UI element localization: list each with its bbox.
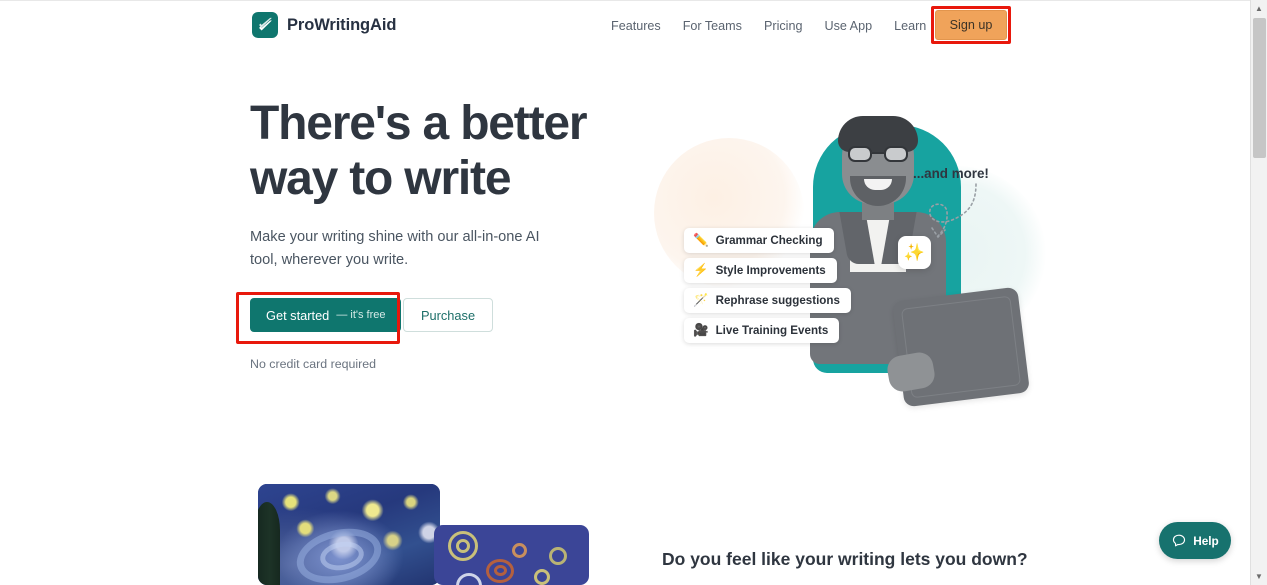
feature-pill-label: Grammar Checking	[715, 234, 823, 247]
feature-pill-live-training-events: 🎥 Live Training Events	[684, 318, 840, 343]
page-root: ProWritingAid Features For Teams Pricing…	[0, 0, 1267, 585]
nav-link-learn[interactable]: Learn	[883, 16, 937, 36]
get-started-free-note: — it's free	[336, 309, 386, 321]
feature-pill-grammar-checking: ✏️ Grammar Checking	[684, 228, 834, 253]
get-started-label: Get started	[266, 307, 330, 323]
no-credit-card-note: No credit card required	[250, 357, 377, 371]
brand-name: ProWritingAid	[287, 15, 397, 34]
magic-wand-icon: 🪄	[693, 293, 709, 308]
feature-pill-rephrase-suggestions: 🪄 Rephrase suggestions	[684, 288, 851, 313]
site-header: ProWritingAid Features For Teams Pricing…	[0, 1, 1250, 49]
hero-title-line-1: There's a better	[250, 97, 588, 150]
feature-pill-style-improvements: ⚡ Style Improvements	[684, 258, 837, 283]
nav-link-pricing[interactable]: Pricing	[753, 16, 814, 36]
feature-pill-label: Style Improvements	[715, 264, 826, 277]
prowritingaid-checkmark-logo-icon	[252, 12, 278, 38]
hero-illustration: ✨ ...and more! ✏️ Grammar Checking ⚡ Sty…	[636, 96, 1046, 408]
scrollbar-thumb[interactable]	[1253, 18, 1266, 158]
section-heading: Do you feel like your writing lets you d…	[662, 549, 1028, 569]
chat-bubble-icon	[1173, 534, 1186, 546]
feature-pill-label: Live Training Events	[715, 324, 829, 337]
nav-link-use-app[interactable]: Use App	[813, 16, 883, 36]
and-more-annotation: ...and more!	[913, 166, 989, 181]
get-started-button[interactable]: Get started — it's free	[250, 298, 402, 332]
vertical-scrollbar[interactable]: ▲ ▼	[1250, 0, 1267, 585]
help-button[interactable]: Help	[1159, 522, 1231, 559]
lightning-bolt-icon: ⚡	[693, 263, 709, 278]
hero-title-line-2: way to write	[250, 152, 512, 205]
help-button-label: Help	[1193, 533, 1219, 548]
nav-link-features[interactable]: Features	[600, 16, 672, 36]
starry-night-artwork	[258, 484, 440, 585]
pencil-icon: ✏️	[693, 233, 709, 248]
nav-link-for-teams[interactable]: For Teams	[672, 16, 753, 36]
feature-pill-label: Rephrase suggestions	[715, 294, 840, 307]
signup-area: Sign up	[931, 6, 1011, 44]
hero-subtitle: Make your writing shine with our all-in-…	[250, 229, 540, 268]
video-camera-icon: 🎥	[693, 323, 709, 338]
scroll-up-arrow-icon[interactable]: ▲	[1251, 0, 1267, 17]
brand-logo[interactable]: ProWritingAid	[252, 12, 396, 38]
sign-up-button[interactable]: Sign up	[935, 10, 1007, 40]
hero-text-block: There's a better way to write Make your …	[250, 96, 610, 271]
eyeglasses-icon	[848, 146, 908, 162]
page-title: There's a better way to write	[250, 96, 610, 206]
scroll-down-arrow-icon[interactable]: ▼	[1251, 568, 1267, 585]
purchase-button[interactable]: Purchase	[403, 298, 494, 332]
blue-swirls-artwork	[434, 525, 589, 585]
dotted-arrow-icon	[929, 183, 977, 239]
